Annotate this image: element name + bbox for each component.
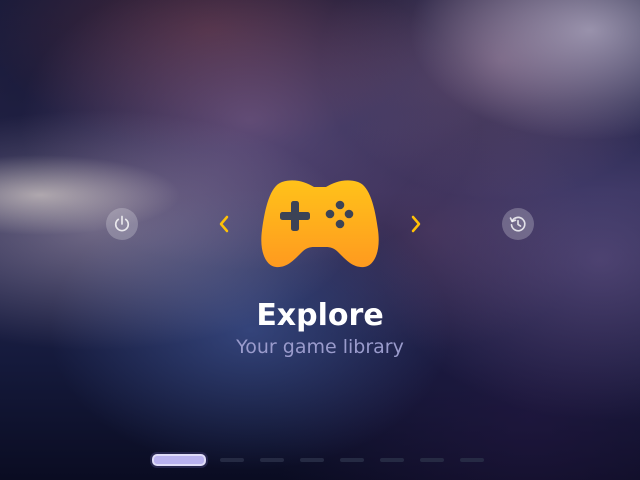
explore-menu-item[interactable] xyxy=(258,178,382,270)
menu-subtitle: Your game library xyxy=(236,336,404,358)
page-dot[interactable] xyxy=(340,458,364,462)
page-dot[interactable] xyxy=(420,458,444,462)
power-button[interactable] xyxy=(106,208,138,240)
page-dot[interactable] xyxy=(260,458,284,462)
chevron-right-icon xyxy=(411,215,421,233)
history-icon xyxy=(509,216,526,232)
page-dot[interactable] xyxy=(300,458,324,462)
console-home-screen: Explore Your game library xyxy=(0,0,640,480)
page-dot-active[interactable] xyxy=(152,454,206,466)
next-arrow[interactable] xyxy=(408,212,424,236)
page-dot[interactable] xyxy=(220,458,244,462)
chevron-left-icon xyxy=(219,215,229,233)
history-button[interactable] xyxy=(502,208,534,240)
page-indicator xyxy=(150,450,500,470)
gamepad-icon xyxy=(261,180,379,268)
previous-arrow[interactable] xyxy=(216,212,232,236)
page-dot[interactable] xyxy=(460,458,484,462)
menu-title: Explore xyxy=(256,298,384,333)
page-dot[interactable] xyxy=(380,458,404,462)
power-icon xyxy=(114,215,130,232)
